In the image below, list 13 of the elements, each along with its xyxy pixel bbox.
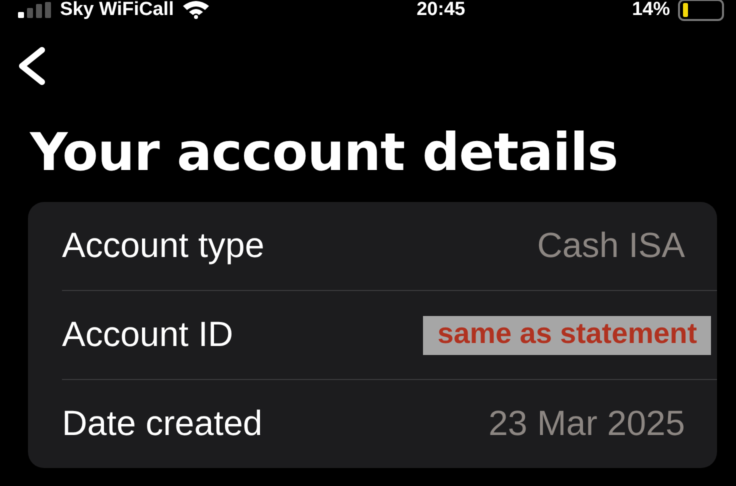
page-title: Your account details <box>30 122 619 185</box>
wifi-icon <box>182 1 210 19</box>
row-value: Cash ISA <box>537 226 685 266</box>
row-label: Date created <box>62 404 262 444</box>
redaction-label: same as statement <box>423 316 711 354</box>
carrier-name: Sky WiFiCall <box>60 0 174 20</box>
row-value: 23 Mar 2025 <box>488 404 685 444</box>
clock-time: 20:45 <box>416 0 466 20</box>
signal-icon <box>18 2 52 18</box>
row-label: Account ID <box>62 315 234 355</box>
battery-icon <box>678 0 724 21</box>
row-label: Account type <box>62 226 264 266</box>
battery-percent: 14% <box>632 0 670 20</box>
